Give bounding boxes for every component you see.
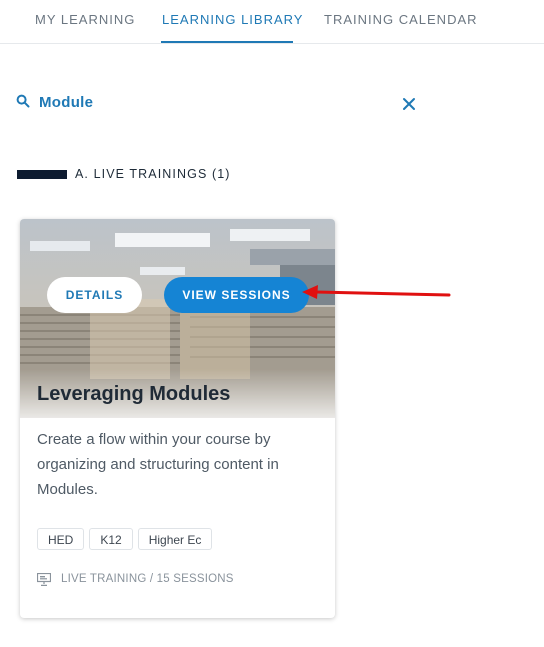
card-title[interactable]: Leveraging Modules xyxy=(37,383,230,406)
tab-my-learning[interactable]: MY LEARNING xyxy=(35,12,135,27)
view-sessions-button[interactable]: VIEW SESSIONS xyxy=(164,277,309,313)
training-card: DETAILS VIEW SESSIONS Leveraging Modules… xyxy=(20,219,335,618)
card-description: Create a flow within your course by orga… xyxy=(37,431,279,498)
close-icon[interactable] xyxy=(401,96,417,112)
search-bar[interactable]: Module xyxy=(16,92,426,118)
tag: Higher Ec xyxy=(137,528,213,550)
tag-list: HED K12 Higher Ec xyxy=(37,528,217,550)
presentation-icon xyxy=(37,573,51,586)
tab-learning-library[interactable]: LEARNING LIBRARY xyxy=(162,12,303,27)
annotation-arrow xyxy=(302,285,451,299)
meta-text: LIVE TRAINING / 15 SESSIONS xyxy=(61,573,234,585)
section-title: A. LIVE TRAININGS (1) xyxy=(75,167,231,181)
tag: HED xyxy=(37,528,85,550)
tab-training-calendar[interactable]: TRAINING CALENDAR xyxy=(324,12,478,27)
search-input[interactable]: Module xyxy=(39,94,93,111)
tab-bar: MY LEARNING LEARNING LIBRARY TRAINING CA… xyxy=(0,0,544,44)
search-icon xyxy=(16,94,30,108)
active-tab-indicator xyxy=(161,41,293,43)
tag: K12 xyxy=(89,528,133,550)
details-button[interactable]: DETAILS xyxy=(47,277,142,313)
section-marker xyxy=(17,170,67,179)
